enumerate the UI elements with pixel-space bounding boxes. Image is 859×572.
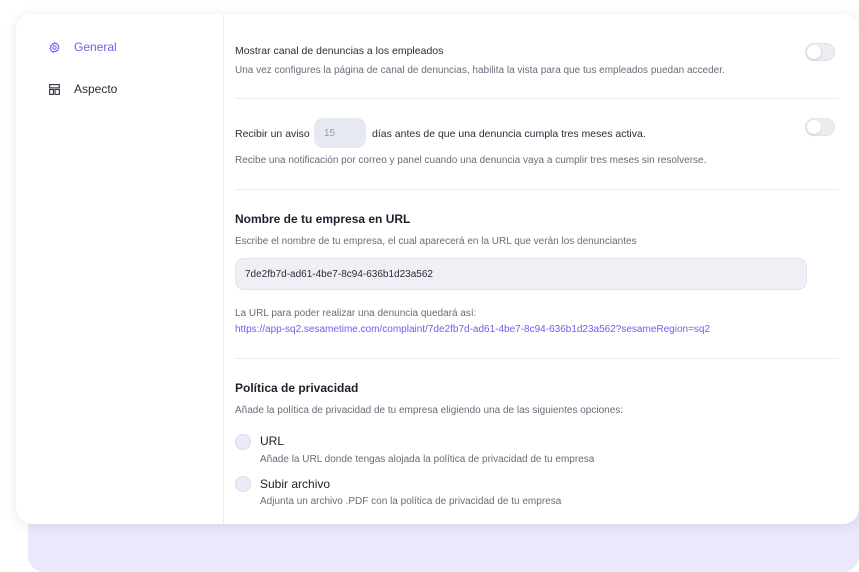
privacy-file-description: Adjunta un archivo .PDF con la política … (260, 496, 562, 507)
reminder-toggle[interactable] (805, 118, 835, 136)
sidebar-item-aspecto[interactable]: Aspecto (46, 79, 117, 99)
privacy-file-label: Subir archivo (260, 477, 331, 491)
gear-icon (46, 39, 62, 55)
reminder-suffix: días antes de que una denuncia cumpla tr… (372, 128, 646, 140)
sidebar-item-label: General (74, 40, 117, 54)
layout-icon (46, 81, 62, 97)
url-result-link[interactable]: https://app-sq2.sesametime.com/complaint… (235, 324, 710, 335)
privacy-title: Política de privacidad (235, 381, 359, 395)
privacy-url-radio[interactable] (235, 434, 251, 450)
settings-content: Mostrar canal de denuncias a los emplead… (235, 14, 859, 524)
row-divider (235, 189, 839, 190)
show-channel-toggle[interactable] (805, 43, 835, 61)
privacy-file-radio[interactable] (235, 476, 251, 492)
row-divider (235, 358, 839, 359)
company-url-description: Escribe el nombre de tu empresa, el cual… (235, 236, 637, 247)
settings-card: General Aspecto Mostrar canal de denunci… (16, 14, 859, 524)
reminder-prefix: Recibir un aviso (235, 128, 310, 140)
privacy-url-label: URL (260, 434, 285, 448)
sidebar-divider (223, 14, 224, 524)
show-channel-description: Una vez configures la página de canal de… (235, 65, 725, 76)
privacy-description: Añade la política de privacidad de tu em… (235, 405, 624, 416)
settings-sidebar: General Aspecto (16, 14, 223, 524)
privacy-url-description: Añade la URL donde tengas alojada la pol… (260, 454, 595, 465)
sidebar-item-general[interactable]: General (46, 37, 117, 57)
reminder-days-input[interactable]: 15 (314, 118, 366, 148)
reminder-description: Recibe una notificación por correo y pan… (235, 155, 707, 166)
sidebar-item-label: Aspecto (74, 82, 118, 96)
url-result-label: La URL para poder realizar una denuncia … (235, 308, 477, 319)
row-divider (235, 98, 839, 99)
show-channel-title: Mostrar canal de denuncias a los emplead… (235, 45, 444, 57)
company-url-title: Nombre de tu empresa en URL (235, 212, 411, 226)
company-url-input[interactable]: 7de2fb7d-ad61-4be7-8c94-636b1d23a562 (235, 258, 807, 290)
